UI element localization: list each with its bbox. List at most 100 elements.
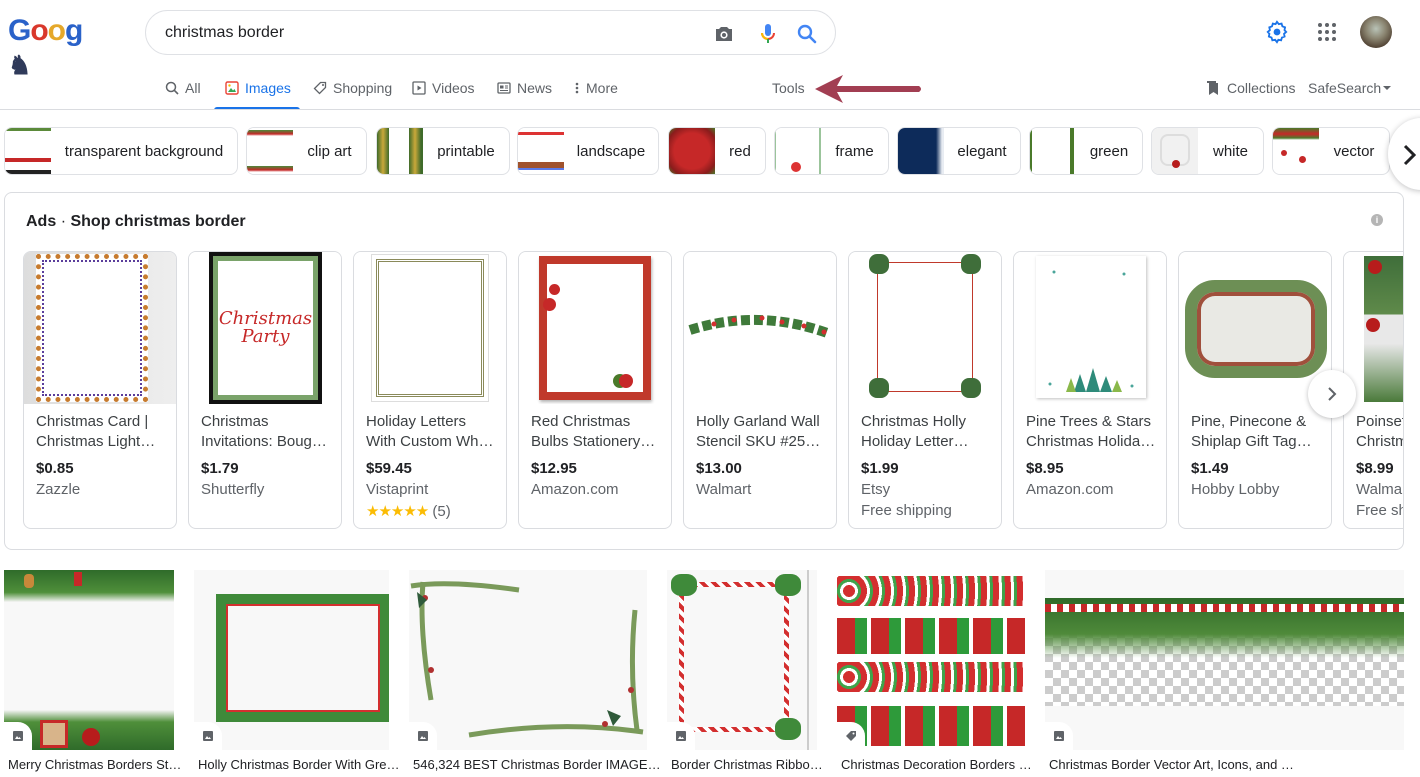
chip-frame[interactable]: frame xyxy=(774,127,889,175)
search-bar xyxy=(145,10,836,55)
more-vert-icon xyxy=(575,82,579,94)
info-icon[interactable]: i xyxy=(1371,214,1383,226)
tools-button[interactable]: Tools xyxy=(772,78,805,98)
chip-landscape[interactable]: landscape xyxy=(517,127,659,175)
chip-thumbnail xyxy=(1273,128,1319,174)
product-title: Pine, Pinecone & Shiplap Gift Tag… xyxy=(1191,413,1312,450)
apps-grid-icon[interactable] xyxy=(1317,22,1337,42)
collections-button[interactable]: Collections xyxy=(1205,78,1295,98)
product-merchant: Vistaprint xyxy=(366,481,429,498)
product-price: $59.45 xyxy=(366,460,412,477)
chip-printable[interactable]: printable xyxy=(376,127,510,175)
image-icon xyxy=(225,81,239,95)
shopping-ads-panel: Ads · Shop christmas border i Christmas … xyxy=(4,192,1404,550)
image-result[interactable] xyxy=(1045,570,1404,750)
annotation-arrow-icon xyxy=(815,75,921,103)
chip-transparent-background[interactable]: transparent background xyxy=(4,127,238,175)
product-card[interactable]: Holiday Letters With Custom Whit… $59.45 … xyxy=(353,251,507,529)
product-image: Christmas Party xyxy=(189,252,341,404)
product-title: Christmas Invitations: Bough… xyxy=(201,413,331,450)
chip-green[interactable]: green xyxy=(1029,127,1143,175)
doodle-figure-icon: ♞ xyxy=(8,50,31,80)
product-merchant: Hobby Lobby xyxy=(1191,481,1280,498)
star-rating-icon: ★★★★★ xyxy=(366,503,429,520)
tab-news[interactable]: News xyxy=(497,78,552,98)
product-image xyxy=(1014,252,1166,404)
chips-next-button[interactable] xyxy=(1388,118,1420,190)
product-rating: ★★★★★ (5) xyxy=(366,503,451,520)
product-title: PoinsettiaChristmas xyxy=(1356,413,1403,450)
play-icon xyxy=(412,81,426,95)
chip-thumbnail xyxy=(1152,128,1198,174)
product-price: $1.99 xyxy=(861,460,899,477)
search-icon[interactable] xyxy=(795,22,819,46)
product-price: $1.79 xyxy=(201,460,239,477)
product-card[interactable]: Red Christmas Bulbs Stationery… $12.95 Am… xyxy=(518,251,672,529)
image-result[interactable] xyxy=(194,570,389,750)
chip-thumbnail xyxy=(377,128,423,174)
chip-clip-art[interactable]: clip art xyxy=(246,127,367,175)
tag-icon xyxy=(313,81,327,95)
chip-thumbnail xyxy=(669,128,715,174)
tab-more[interactable]: More xyxy=(574,78,618,98)
avatar[interactable] xyxy=(1360,16,1392,48)
tag-icon xyxy=(837,722,865,750)
mic-icon[interactable] xyxy=(756,22,780,46)
image-result-caption[interactable]: Border Christmas Ribbo… xyxy=(671,757,823,772)
image-result[interactable] xyxy=(667,570,817,750)
chip-elegant[interactable]: elegant xyxy=(897,127,1021,175)
image-result[interactable] xyxy=(4,570,174,750)
ads-next-button[interactable] xyxy=(1308,370,1356,418)
caret-down-icon xyxy=(1383,86,1392,90)
product-merchant: Walmart xyxy=(696,481,752,498)
product-card[interactable]: Christmas Holly Holiday Letter… $1.99 Ets… xyxy=(848,251,1002,529)
image-result-caption[interactable]: Christmas Decoration Borders … xyxy=(841,757,1032,772)
tab-shopping[interactable]: Shopping xyxy=(313,78,392,98)
product-merchant: Zazzle xyxy=(36,481,81,498)
product-image xyxy=(849,252,1001,404)
image-icon xyxy=(667,722,695,750)
camera-icon[interactable] xyxy=(712,22,736,46)
product-title: Christmas Card | Christmas Light… xyxy=(36,413,156,450)
search-icon xyxy=(165,81,179,95)
tab-videos[interactable]: Videos xyxy=(412,78,475,98)
chip-red[interactable]: red xyxy=(668,127,766,175)
safesearch-dropdown[interactable]: SafeSearch xyxy=(1308,78,1392,98)
product-price: $8.99 xyxy=(1356,460,1394,477)
image-icon xyxy=(194,722,222,750)
chip-white[interactable]: white xyxy=(1151,127,1264,175)
product-price: $12.95 xyxy=(531,460,577,477)
product-image xyxy=(519,252,671,404)
chip-thumbnail xyxy=(247,128,293,174)
tab-all[interactable]: All xyxy=(165,78,201,98)
google-logo[interactable]: Goog♞ xyxy=(8,14,100,80)
image-result[interactable] xyxy=(409,570,647,750)
product-price: $1.49 xyxy=(1191,460,1229,477)
product-title: Holly Garland Wall Stencil SKU #256… xyxy=(696,413,826,450)
chip-thumbnail xyxy=(775,128,821,174)
tab-images[interactable]: Images xyxy=(225,78,291,98)
product-card[interactable]: Holly Garland Wall Stencil SKU #256… $13.… xyxy=(683,251,837,529)
image-result-caption[interactable]: Merry Christmas Borders St… xyxy=(8,757,181,772)
chip-vector[interactable]: vector xyxy=(1272,127,1390,175)
chevron-right-icon xyxy=(1328,387,1337,401)
product-merchant: Shutterfly xyxy=(201,481,265,498)
product-title: Holiday Letters With Custom Whit… xyxy=(366,413,496,450)
image-icon xyxy=(1045,722,1073,750)
search-input[interactable] xyxy=(165,21,685,45)
product-title: Pine Trees & Stars Christmas Holiday… xyxy=(1026,413,1156,450)
product-merchant: Amazon.com xyxy=(531,481,619,498)
image-result-caption[interactable]: 546,324 BEST Christmas Border IMAGE… xyxy=(413,757,661,772)
image-result-caption[interactable]: Christmas Border Vector Art, Icons, and … xyxy=(1049,757,1294,772)
image-icon xyxy=(409,722,437,750)
gear-icon[interactable] xyxy=(1265,20,1289,44)
image-result-caption[interactable]: Holly Christmas Border With Gre… xyxy=(198,757,400,772)
chip-thumbnail xyxy=(5,128,51,174)
shipping-note: Free shipping xyxy=(861,502,952,519)
product-title: Christmas Holly Holiday Letter… xyxy=(861,413,969,450)
image-result[interactable] xyxy=(837,570,1025,750)
product-card[interactable]: Pine Trees & Stars Christmas Holiday… $8.… xyxy=(1013,251,1167,529)
product-card[interactable]: Christmas Party Christmas Invitations: Bou… xyxy=(188,251,342,529)
product-price: $0.85 xyxy=(36,460,74,477)
product-card[interactable]: Christmas Card | Christmas Light… $0.85 Z… xyxy=(23,251,177,529)
